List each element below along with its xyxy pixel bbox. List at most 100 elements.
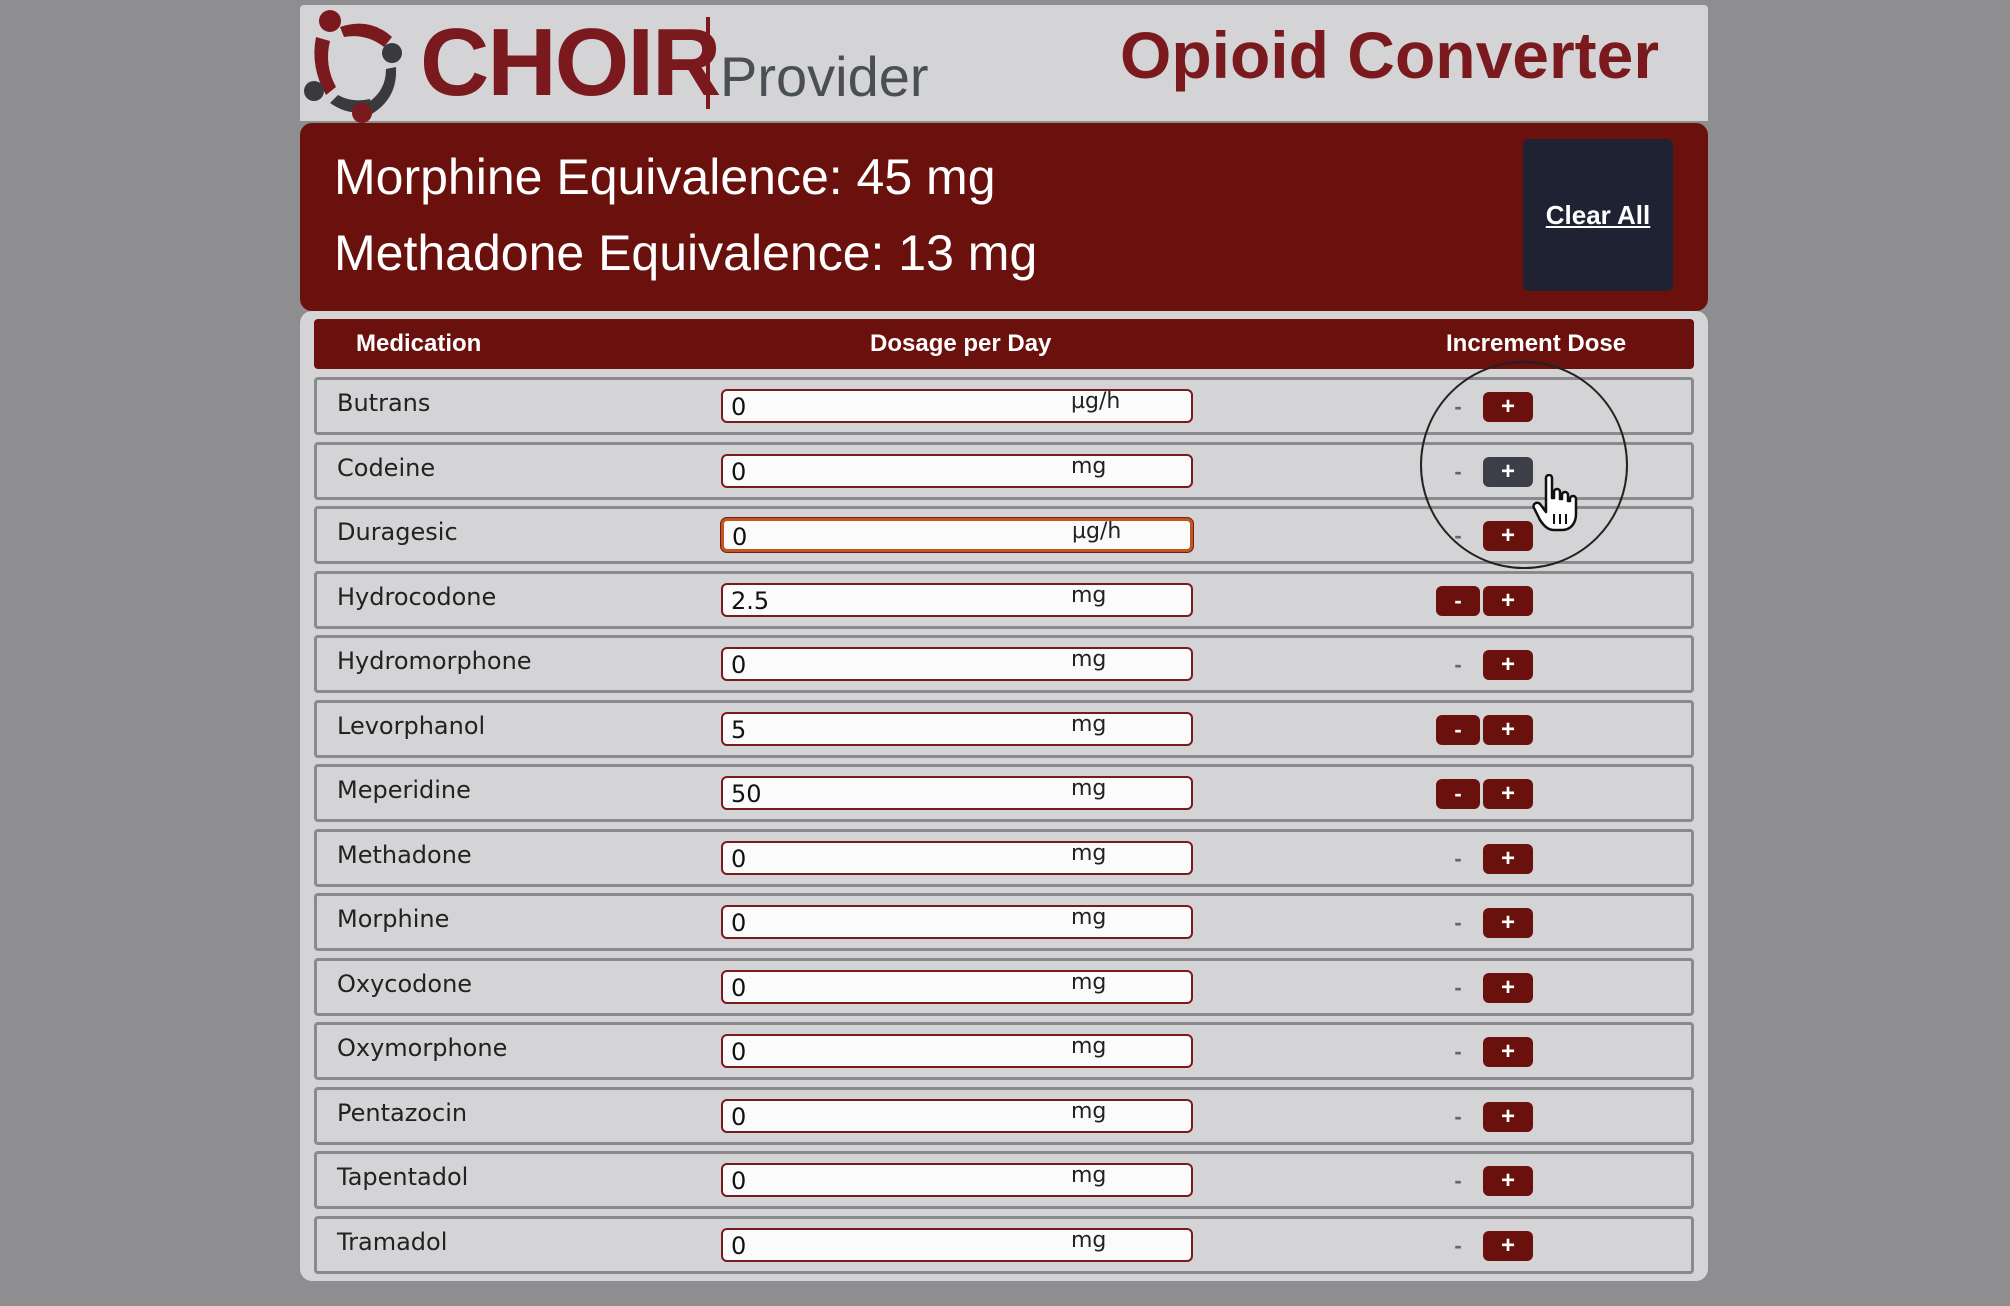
dosage-input[interactable]: [732, 521, 1032, 551]
increment-button[interactable]: +: [1483, 585, 1533, 616]
dosage-unit: mg: [1071, 969, 1107, 995]
dosage-unit: mg: [1071, 1098, 1107, 1124]
page-title: Opioid Converter: [1120, 18, 1660, 92]
dosage-input[interactable]: [731, 778, 1031, 808]
increment-button[interactable]: +: [1483, 714, 1533, 745]
dosage-unit: mg: [1071, 1034, 1107, 1059]
dosage-input[interactable]: [731, 1100, 1031, 1131]
header-dosage: Dosage per Day: [870, 330, 1052, 357]
decrement-button[interactable]: -: [1436, 844, 1480, 874]
dosage-field: mg: [721, 582, 1193, 617]
table-row: Hydromorphone mg -+: [314, 635, 1694, 693]
dosage-field: mg: [721, 776, 1193, 810]
increment-button[interactable]: +: [1483, 1101, 1533, 1132]
table-row: Codeine mg -+: [314, 441, 1694, 500]
medication-name: Oxycodone: [337, 969, 473, 998]
increment-button[interactable]: +: [1483, 1230, 1533, 1261]
header-increment: Increment Dose: [1446, 330, 1627, 357]
table-row: Oxycodone mg -+: [314, 957, 1694, 1016]
dosage-field: mg: [721, 711, 1193, 746]
header: CHOIR Provider Opioid Converter: [300, 5, 1708, 123]
dosage-input[interactable]: [731, 455, 1031, 486]
dosage-unit: mg: [1071, 1227, 1107, 1253]
decrement-button[interactable]: -: [1436, 779, 1480, 809]
table-row: Methadone mg -+: [314, 828, 1694, 887]
decrement-button[interactable]: -: [1436, 1166, 1480, 1196]
equivalence-banner: Morphine Equivalence: 45 mg Methadone Eq…: [300, 123, 1708, 311]
dosage-input[interactable]: [731, 971, 1031, 1002]
decrement-button[interactable]: -: [1436, 457, 1480, 487]
table-row: Oxymorphone mg -+: [314, 1022, 1694, 1080]
dosage-input[interactable]: [731, 391, 1031, 421]
methadone-equivalence: Methadone Equivalence: 13 mg: [334, 225, 1038, 281]
increment-button[interactable]: +: [1483, 1166, 1533, 1196]
decrement-button[interactable]: -: [1436, 1231, 1480, 1261]
choir-logo-icon: [304, 10, 402, 123]
increment-button[interactable]: +: [1483, 779, 1533, 809]
decrement-button[interactable]: -: [1436, 650, 1480, 680]
medication-name: Duragesic: [337, 518, 458, 546]
dosage-unit: mg: [1071, 1163, 1107, 1188]
table-row: Tramadol mg -+: [314, 1215, 1694, 1274]
table-row: Levorphanol mg -+: [314, 699, 1694, 758]
dosage-input[interactable]: [731, 842, 1031, 873]
logo-text: CHOIR: [420, 9, 721, 116]
medication-name: Levorphanol: [337, 711, 486, 740]
dosage-field: mg: [721, 453, 1193, 488]
header-medication: Medication: [356, 330, 482, 357]
table-row: Meperidine mg -+: [314, 764, 1694, 822]
table-row: Duragesic µg/h -+: [314, 506, 1694, 564]
dosage-field: µg/h: [721, 389, 1193, 423]
increment-button[interactable]: +: [1483, 1037, 1533, 1067]
decrement-button[interactable]: -: [1436, 1102, 1480, 1132]
decrement-button[interactable]: -: [1436, 521, 1480, 551]
dosage-unit: mg: [1071, 776, 1107, 801]
table-header: Medication Dosage per Day Increment Dose: [314, 319, 1694, 369]
medication-name: Oxymorphone: [337, 1034, 508, 1062]
table-row: Morphine mg -+: [314, 893, 1694, 951]
dosage-unit: µg/h: [1072, 519, 1122, 544]
clear-all-button[interactable]: Clear All: [1523, 139, 1673, 291]
logo-divider: [706, 17, 710, 109]
dosage-field: mg: [721, 1034, 1193, 1068]
increment-button[interactable]: +: [1483, 521, 1533, 551]
dosage-field: mg: [721, 905, 1193, 939]
dosage-unit: mg: [1071, 647, 1107, 672]
medication-name: Tramadol: [337, 1227, 448, 1256]
decrement-button[interactable]: -: [1436, 714, 1480, 745]
increment-button[interactable]: +: [1483, 650, 1533, 680]
increment-button[interactable]: +: [1483, 456, 1533, 487]
table-row: Pentazocin mg -+: [314, 1086, 1694, 1145]
dosage-input[interactable]: [731, 1036, 1031, 1066]
decrement-button[interactable]: -: [1436, 908, 1480, 938]
dosage-input[interactable]: [731, 649, 1031, 679]
decrement-button[interactable]: -: [1436, 392, 1480, 422]
increment-button[interactable]: +: [1483, 972, 1533, 1003]
dosage-unit: mg: [1071, 711, 1107, 737]
decrement-button[interactable]: -: [1436, 1037, 1480, 1067]
morphine-equivalence: Morphine Equivalence: 45 mg: [334, 149, 996, 205]
dosage-input[interactable]: [731, 1165, 1031, 1195]
increment-button[interactable]: +: [1483, 843, 1533, 874]
medication-name: Meperidine: [337, 776, 471, 804]
medication-name: Hydrocodone: [337, 582, 497, 611]
increment-button[interactable]: +: [1483, 908, 1533, 938]
decrement-button[interactable]: -: [1436, 585, 1480, 616]
dosage-unit: mg: [1071, 905, 1107, 930]
opioid-converter-app: CHOIR Provider Opioid Converter Morphine…: [300, 5, 1708, 1281]
dosage-unit: µg/h: [1071, 389, 1121, 414]
decrement-button[interactable]: -: [1436, 973, 1480, 1003]
medication-name: Pentazocin: [337, 1098, 468, 1127]
dosage-field: mg: [721, 1227, 1193, 1262]
dosage-input[interactable]: [731, 907, 1031, 937]
medication-name: Methadone: [337, 840, 472, 869]
table-row: Butrans µg/h -+: [314, 377, 1694, 435]
dosage-field: mg: [721, 840, 1193, 875]
table-row: Tapentadol mg -+: [314, 1151, 1694, 1209]
increment-button[interactable]: +: [1483, 392, 1533, 422]
dosage-input[interactable]: [731, 713, 1031, 744]
dosage-field: mg: [721, 1098, 1193, 1133]
dosage-input[interactable]: [731, 1229, 1031, 1260]
dosage-unit: mg: [1071, 453, 1107, 479]
dosage-input[interactable]: [731, 584, 1031, 615]
